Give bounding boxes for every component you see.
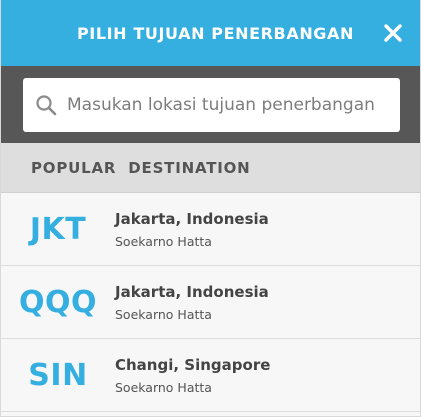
destination-details: Changi, Singapore Soekarno Hatta [115,356,270,395]
destination-code: QQQ [18,284,97,320]
destination-item-sin[interactable]: SIN Changi, Singapore Soekarno Hatta [1,339,420,412]
destination-details: Jakarta, Indonesia Soekarno Hatta [115,210,269,249]
search-box[interactable] [23,78,400,132]
section-title: POPULAR DESTINATION [31,158,251,177]
destination-picker-modal: PILIH TUJUAN PENERBANGAN POPULAR DESTINA… [0,0,421,417]
destination-code: JKT [29,211,87,247]
destination-city: Jakarta, Indonesia [115,209,269,228]
close-button[interactable] [384,24,402,42]
destination-airport: Soekarno Hatta [115,306,212,322]
destination-list: JKT Jakarta, Indonesia Soekarno Hatta QQ… [1,193,420,412]
close-icon [384,24,402,42]
modal-title: PILIH TUJUAN PENERBANGAN [76,23,355,43]
destination-airport: Soekarno Hatta [115,379,212,395]
destination-city: Changi, Singapore [115,355,271,374]
popular-destination-header: POPULAR DESTINATION [1,143,420,193]
search-icon [36,95,57,116]
destination-item-jkt[interactable]: JKT Jakarta, Indonesia Soekarno Hatta [1,193,420,266]
destination-search-input[interactable] [67,85,400,125]
destination-airport: Soekarno Hatta [115,233,212,249]
destination-details: Jakarta, Indonesia Soekarno Hatta [115,283,269,322]
destination-item-qqq[interactable]: QQQ Jakarta, Indonesia Soekarno Hatta [1,266,420,339]
modal-header: PILIH TUJUAN PENERBANGAN [1,0,420,66]
destination-city: Jakarta, Indonesia [115,282,269,301]
destination-code: SIN [28,357,88,393]
search-bar-area [1,66,420,143]
